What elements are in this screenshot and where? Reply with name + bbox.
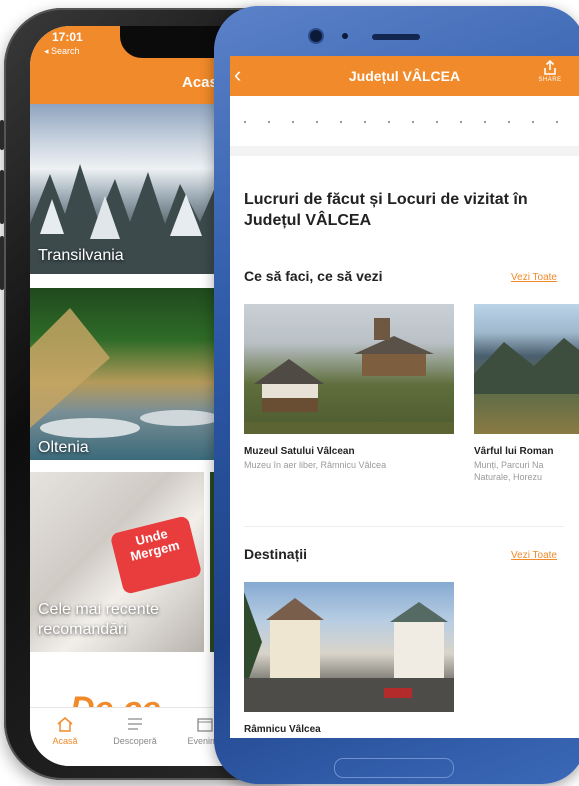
mountain-image bbox=[474, 338, 579, 394]
front-camera bbox=[310, 30, 322, 42]
see-all-destinations-link[interactable]: Vezi Toate bbox=[511, 550, 557, 561]
card-title[interactable]: Vârful lui Roman bbox=[474, 446, 553, 457]
home-icon bbox=[57, 717, 73, 732]
home-button[interactable] bbox=[334, 758, 454, 778]
page-title: Județul VÂLCEA bbox=[348, 68, 461, 84]
tile-label: Cele mai recente recomandări bbox=[38, 601, 159, 638]
phone-side-button bbox=[0, 170, 4, 224]
card-subtitle: Munți, Parcuri Na Naturale, Horezu bbox=[474, 460, 544, 482]
phone-side-button bbox=[0, 120, 4, 150]
things-section-title: Ce să faci, ce să vezi bbox=[244, 268, 383, 284]
share-icon bbox=[544, 60, 556, 75]
front-speaker bbox=[372, 34, 420, 40]
front-sensor bbox=[342, 33, 348, 39]
dotted-separator bbox=[230, 96, 579, 146]
see-all-things-link[interactable]: Vezi Toate bbox=[511, 272, 557, 283]
back-page-title: Acas bbox=[182, 74, 218, 91]
card-subtitle: Muzeu în aer liber, Râmnicu Vâlcea bbox=[244, 460, 387, 470]
tab-label: Acasă bbox=[52, 736, 78, 746]
destinations-section-title: Destinații bbox=[244, 546, 308, 562]
peak-card-image[interactable] bbox=[474, 304, 579, 434]
list-icon bbox=[128, 718, 142, 730]
phone-side-button bbox=[0, 236, 4, 290]
section-heading: Lucruri de făcut și Locuri de vizitat în… bbox=[244, 191, 528, 229]
tile-recent-recommendations[interactable]: Unde Mergem Cele mai recente recomandări bbox=[30, 472, 204, 652]
tab-acasa[interactable]: Acasă bbox=[30, 716, 100, 746]
share-label: SHARE bbox=[538, 77, 562, 83]
status-time: 17:01 bbox=[52, 30, 83, 44]
museum-card-image[interactable] bbox=[244, 304, 454, 434]
front-phone-screen: ‹ Județul VÂLCEA SHARE Lucruri de făcut … bbox=[230, 56, 579, 738]
status-back-search[interactable]: ◂ Search bbox=[44, 46, 80, 57]
share-button[interactable]: SHARE bbox=[535, 60, 565, 83]
app-header: ‹ Județul VÂLCEA SHARE bbox=[230, 56, 579, 96]
card-title[interactable]: Râmnicu Vâlcea bbox=[244, 724, 321, 735]
destination-card-image[interactable] bbox=[244, 582, 454, 712]
section-divider bbox=[244, 526, 564, 527]
card-title[interactable]: Muzeul Satului Vâlcean bbox=[244, 446, 355, 457]
wooden-houses-image bbox=[244, 318, 454, 434]
tile-label: Oltenia bbox=[38, 439, 89, 456]
unde-mergem-logo: Unde Mergem bbox=[109, 515, 203, 595]
tile-label: Transilvania bbox=[38, 247, 124, 264]
content-panel: Lucruri de făcut și Locuri de vizitat în… bbox=[230, 156, 579, 738]
tab-label: Descoperă bbox=[113, 736, 157, 746]
town-street-image bbox=[244, 592, 454, 712]
tab-descopera[interactable]: Descoperă bbox=[100, 716, 170, 746]
calendar-icon bbox=[197, 718, 213, 732]
